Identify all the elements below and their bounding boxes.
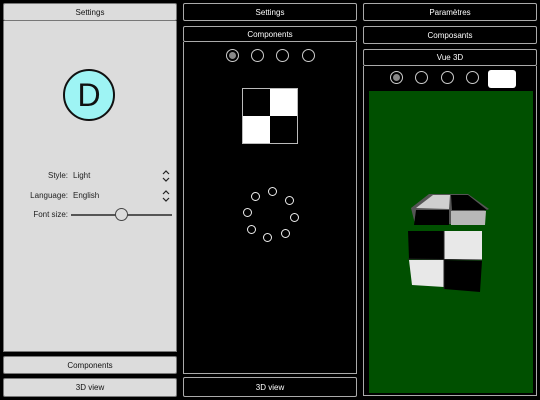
components-button[interactable]: Components <box>3 356 177 374</box>
slider-thumb[interactable] <box>115 208 128 221</box>
settings-header: Settings <box>3 3 177 21</box>
view3d-button[interactable]: 3D view <box>183 377 357 397</box>
composants-button[interactable]: Composants <box>363 26 537 44</box>
parametres-header: Paramètres <box>363 3 537 21</box>
checkerboard-image <box>242 88 298 144</box>
view3d-button[interactable]: 3D view <box>3 378 177 397</box>
radio-button-3[interactable] <box>276 49 289 62</box>
radio-button-3[interactable] <box>441 71 454 84</box>
font-size-row: Font size: <box>4 208 178 222</box>
vue3d-panel <box>363 66 537 396</box>
avatar-letter: D <box>77 76 101 113</box>
radio-button-2[interactable] <box>415 71 428 84</box>
language-value[interactable]: English <box>73 191 99 200</box>
radio-button-4[interactable] <box>302 49 315 62</box>
style-label: Style: <box>47 171 68 180</box>
components-panel <box>183 42 357 374</box>
radio-button-2[interactable] <box>251 49 264 62</box>
vue3d-header: Vue 3D <box>363 49 537 66</box>
font-size-slider[interactable] <box>71 208 172 221</box>
font-size-label: Font size: <box>33 210 68 219</box>
avatar: D <box>63 69 115 121</box>
components-header: Components <box>183 26 357 42</box>
radio-button-4[interactable] <box>466 71 479 84</box>
chevron-updown-icon[interactable] <box>161 169 171 183</box>
language-row[interactable]: Language: English <box>4 189 178 203</box>
settings-header: Settings <box>183 3 357 21</box>
3d-scene-viewport[interactable] <box>369 91 533 393</box>
style-row[interactable]: Style: Light <box>4 169 178 183</box>
cube-3d <box>407 194 489 292</box>
chevron-updown-icon[interactable] <box>161 189 171 203</box>
color-swatch[interactable] <box>488 70 516 88</box>
settings-panel: D Style: Light Language: English Font si… <box>3 21 177 352</box>
radio-button-1[interactable] <box>226 49 239 62</box>
language-label: Language: <box>30 191 68 200</box>
radio-button-1[interactable] <box>390 71 403 84</box>
style-value[interactable]: Light <box>73 171 90 180</box>
